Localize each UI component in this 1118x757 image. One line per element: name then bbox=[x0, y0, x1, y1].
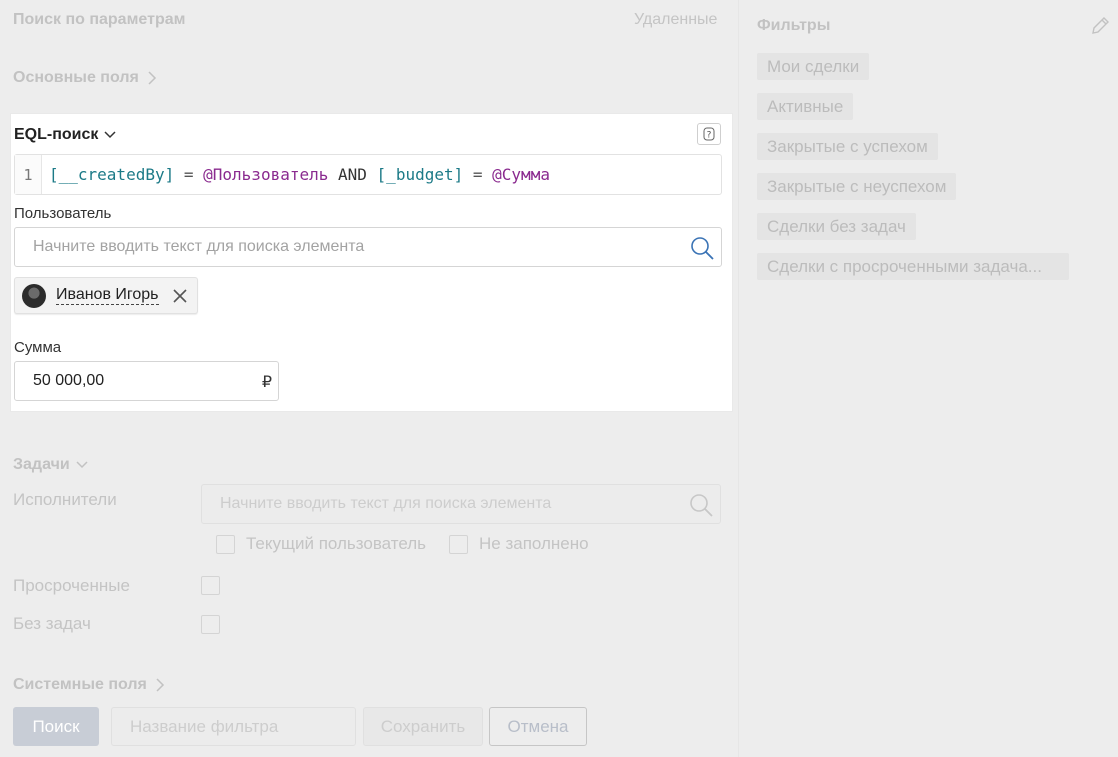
sum-input[interactable]: 50 000,00 ₽ bbox=[14, 361, 279, 401]
filter-no-tasks[interactable]: Сделки без задач bbox=[757, 213, 916, 240]
no-tasks-checkbox[interactable] bbox=[201, 615, 220, 634]
search-icon[interactable] bbox=[688, 492, 714, 518]
filter-name-input[interactable]: Название фильтра bbox=[111, 707, 356, 746]
tasks-title: Задачи bbox=[13, 456, 70, 473]
filter-closed-fail[interactable]: Закрытые с неуспехом bbox=[757, 173, 957, 200]
eql-panel: EQL-поиск ? 1 [__createdBy] = @Пользоват… bbox=[10, 113, 733, 412]
executors-search-input[interactable]: Начните вводить текст для поиска элемент… bbox=[201, 484, 721, 524]
code-keyword-and: AND bbox=[328, 165, 377, 184]
filter-active[interactable]: Активные bbox=[757, 93, 854, 120]
chevron-right-icon bbox=[148, 71, 156, 85]
not-filled-checkbox[interactable] bbox=[449, 535, 468, 554]
code-var-user: @Пользователь bbox=[203, 165, 329, 184]
currency-symbol: ₽ bbox=[261, 374, 272, 391]
eql-code: [__createdBy] = @Пользователь AND [_budg… bbox=[42, 165, 550, 184]
code-field-createdby: [__createdBy] bbox=[49, 165, 175, 184]
main-fields-label: Основные поля bbox=[13, 69, 139, 86]
filter-overdue-tasks[interactable]: Сделки с просроченными задача... bbox=[757, 253, 1069, 280]
code-field-budget: [_budget] bbox=[376, 165, 464, 184]
code-var-sum: @Сумма bbox=[492, 165, 550, 184]
current-user-label: Текущий пользователь bbox=[246, 534, 427, 553]
filter-my-deals[interactable]: Мои сделки bbox=[757, 53, 870, 80]
search-icon[interactable] bbox=[689, 235, 715, 261]
deleted-link[interactable]: Удаленные bbox=[634, 11, 717, 29]
selected-user-chip: Иванов Игорь bbox=[14, 277, 198, 314]
main-fields-section[interactable]: Основные поля bbox=[13, 69, 157, 87]
executors-label: Исполнители bbox=[13, 490, 117, 509]
user-search-input[interactable]: Начните вводить текст для поиска элемент… bbox=[14, 227, 722, 267]
save-button[interactable]: Сохранить bbox=[363, 707, 483, 746]
eql-code-editor[interactable]: 1 [__createdBy] = @Пользователь AND [_bu… bbox=[14, 154, 722, 195]
overdue-checkbox[interactable] bbox=[201, 576, 220, 595]
filters-title: Фильтры bbox=[757, 17, 831, 34]
filter-name-placeholder: Название фильтра bbox=[130, 716, 279, 736]
no-tasks-label: Без задач bbox=[13, 614, 91, 633]
executors-placeholder: Начните вводить текст для поиска элемент… bbox=[220, 495, 552, 512]
code-eq-2: = bbox=[463, 165, 493, 184]
selected-user-name[interactable]: Иванов Игорь bbox=[56, 286, 159, 305]
user-label: Пользователь bbox=[14, 205, 112, 222]
sum-label: Сумма bbox=[14, 339, 62, 356]
eql-title-label: EQL-поиск bbox=[14, 126, 99, 143]
line-number: 1 bbox=[15, 155, 42, 194]
chevron-right-icon bbox=[156, 678, 164, 692]
chevron-down-icon bbox=[76, 461, 88, 469]
search-button[interactable]: Поиск bbox=[13, 707, 99, 746]
help-button[interactable]: ? bbox=[697, 123, 721, 145]
user-search-placeholder: Начните вводить текст для поиска элемент… bbox=[33, 238, 365, 255]
overdue-label: Просроченные bbox=[13, 576, 130, 595]
filter-closed-success[interactable]: Закрытые с успехом bbox=[757, 133, 938, 160]
edit-icon[interactable] bbox=[1090, 16, 1110, 36]
sum-value: 50 000,00 bbox=[33, 372, 105, 389]
chevron-down-icon bbox=[104, 131, 116, 139]
cancel-button[interactable]: Отмена bbox=[489, 707, 587, 746]
not-filled-label: Не заполнено bbox=[479, 534, 589, 553]
code-eq-1: = bbox=[174, 165, 204, 184]
eql-title[interactable]: EQL-поиск bbox=[14, 126, 116, 144]
page-title: Поиск по параметрам bbox=[13, 11, 186, 28]
panel-divider bbox=[738, 0, 739, 757]
current-user-checkbox[interactable] bbox=[216, 535, 235, 554]
avatar bbox=[22, 283, 46, 308]
close-icon[interactable] bbox=[172, 288, 187, 303]
tasks-section[interactable]: Задачи bbox=[13, 456, 88, 474]
help-glyph: ? bbox=[707, 131, 712, 141]
system-fields-label: Системные поля bbox=[13, 676, 147, 693]
system-fields-section[interactable]: Системные поля bbox=[13, 676, 165, 694]
help-icon: ? bbox=[703, 127, 715, 141]
